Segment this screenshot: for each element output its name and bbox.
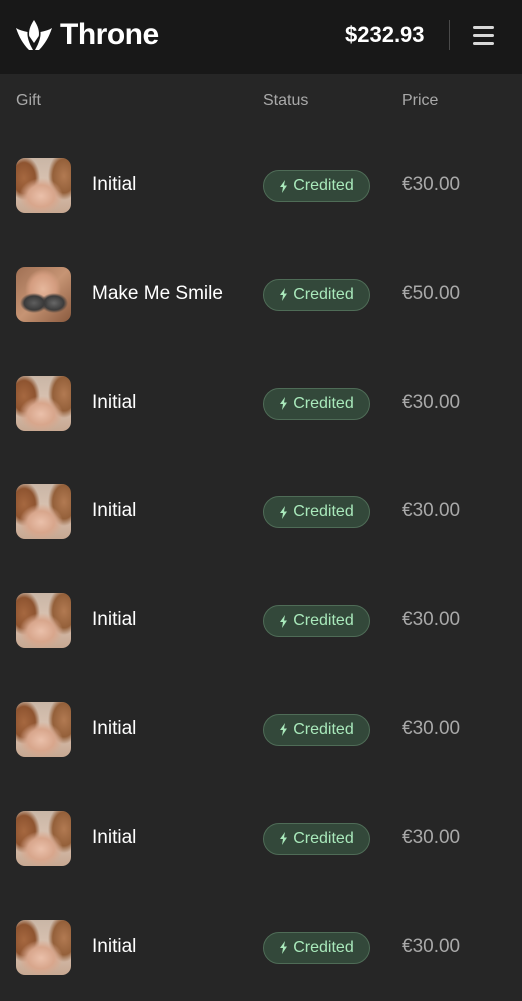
gift-name: Initial <box>92 826 137 848</box>
status-label: Credited <box>293 503 354 521</box>
gift-list: Initial Credited €30.00 Make Me Smile Cr… <box>0 131 522 1001</box>
gift-row[interactable]: Initial Credited €30.00 <box>0 349 522 458</box>
gift-price: €50.00 <box>402 282 461 304</box>
lightning-bolt-icon <box>280 723 288 737</box>
gift-name: Initial <box>92 174 137 195</box>
status-label: Credited <box>293 829 354 847</box>
gift-price: €30.00 <box>402 935 461 957</box>
gift-thumbnail <box>16 810 71 866</box>
status-label: Credited <box>293 612 354 630</box>
gift-name: Initial <box>92 609 137 631</box>
gift-row[interactable]: Initial Credited €30.00 <box>0 893 522 1001</box>
gift-price: €30.00 <box>402 500 461 522</box>
top-bar: Throne $232.93 <box>0 0 522 74</box>
gift-price: €30.00 <box>402 391 461 413</box>
status-badge: Credited <box>263 605 370 638</box>
gift-name: Initial <box>92 935 137 957</box>
brand-logo[interactable]: Throne <box>16 18 159 52</box>
status-label: Credited <box>293 394 354 412</box>
column-header-price: Price <box>402 92 439 109</box>
brand-name: Throne <box>60 18 159 51</box>
status-badge: Credited <box>263 496 370 529</box>
gift-row[interactable]: Initial Credited €30.00 <box>0 675 522 784</box>
column-header-gift: Gift <box>16 92 41 109</box>
status-label: Credited <box>293 177 354 194</box>
gift-row[interactable]: Make Me Smile Credited €50.00 <box>0 240 522 349</box>
lightning-bolt-icon <box>280 397 288 411</box>
lightning-bolt-icon <box>280 941 288 955</box>
gift-name: Initial <box>92 717 137 739</box>
gift-thumbnail <box>16 375 71 431</box>
gift-price: €30.00 <box>402 717 461 739</box>
status-label: Credited <box>293 285 354 303</box>
status-label: Credited <box>293 720 354 738</box>
gift-name: Make Me Smile <box>92 282 223 304</box>
gift-thumbnail <box>16 158 71 213</box>
gift-price: €30.00 <box>402 826 461 848</box>
hamburger-menu-icon[interactable] <box>470 24 498 48</box>
wallet-balance[interactable]: $232.93 <box>345 22 425 48</box>
status-label: Credited <box>293 938 354 956</box>
lightning-bolt-icon <box>280 505 288 519</box>
throne-crown-logo-icon <box>16 20 52 50</box>
gift-row[interactable]: Initial Credited €30.00 <box>0 457 522 566</box>
gift-name: Initial <box>92 391 137 413</box>
gift-thumbnail <box>16 593 71 649</box>
lightning-bolt-icon <box>280 832 288 846</box>
gift-thumbnail <box>16 484 71 540</box>
gift-row[interactable]: Initial Credited €30.00 <box>0 131 522 240</box>
gift-thumbnail <box>16 701 71 757</box>
status-badge: Credited <box>263 713 370 746</box>
gift-row[interactable]: Initial Credited €30.00 <box>0 566 522 675</box>
column-header-status: Status <box>263 92 309 109</box>
lightning-bolt-icon <box>280 179 288 193</box>
gift-row[interactable]: Initial Credited €30.00 <box>0 784 522 893</box>
gift-price: €30.00 <box>402 174 461 195</box>
gift-price: €30.00 <box>402 609 461 631</box>
status-badge: Credited <box>263 822 370 855</box>
status-badge: Credited <box>263 931 370 964</box>
gift-name: Initial <box>92 500 137 522</box>
status-badge: Credited <box>263 387 370 420</box>
gift-thumbnail <box>16 919 71 975</box>
status-badge: Credited <box>263 170 370 202</box>
header-divider <box>449 20 450 50</box>
status-badge: Credited <box>263 278 370 311</box>
gift-thumbnail <box>16 266 71 322</box>
lightning-bolt-icon <box>280 288 288 302</box>
lightning-bolt-icon <box>280 614 288 628</box>
